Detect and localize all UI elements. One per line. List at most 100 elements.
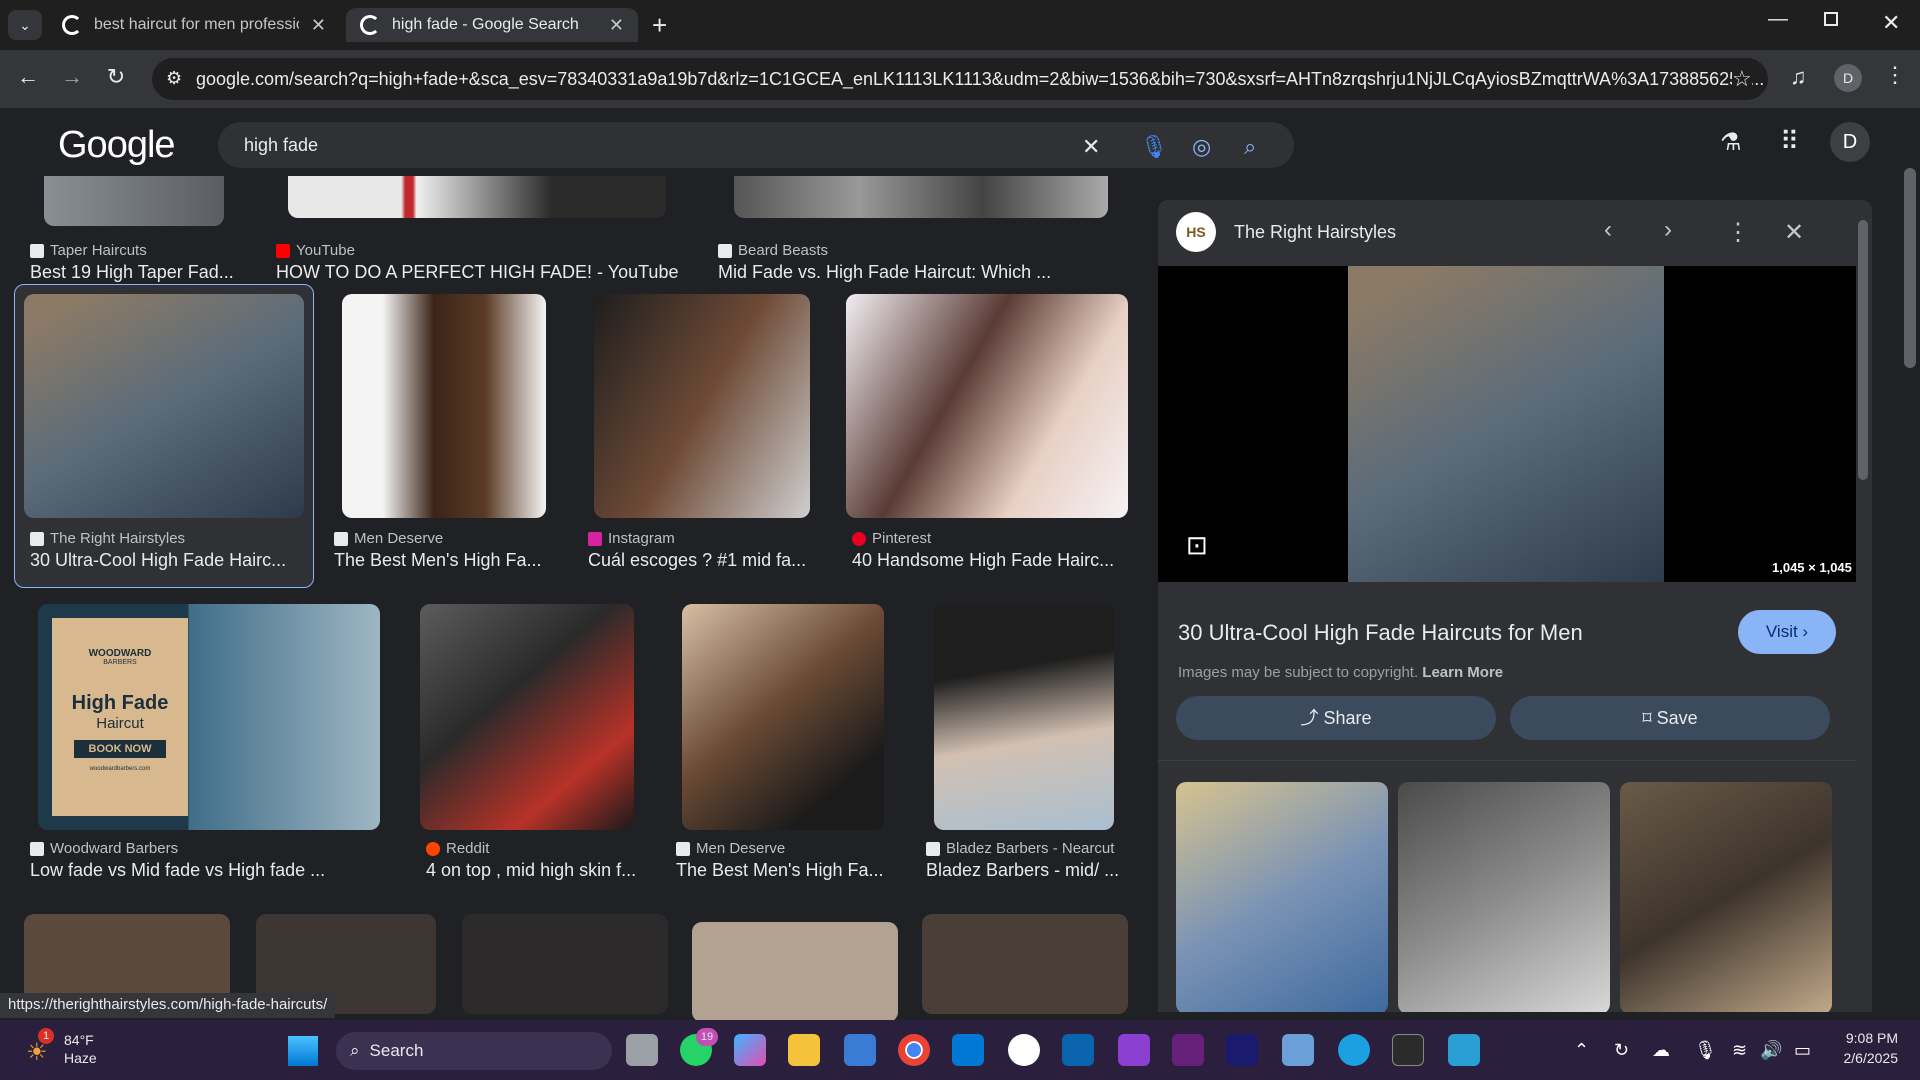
profile-avatar[interactable]: D	[1834, 64, 1862, 92]
result-image[interactable]	[692, 922, 898, 1020]
copilot-icon[interactable]	[734, 1034, 766, 1066]
google-icon	[62, 15, 82, 35]
apps-grid-icon[interactable]: ⠿	[1780, 126, 1799, 157]
media-control-icon[interactable]: ♫	[1790, 64, 1807, 90]
result-image[interactable]	[594, 294, 810, 518]
virtualbox-icon[interactable]	[1282, 1034, 1314, 1066]
ad-line2: Haircut	[96, 715, 144, 732]
whatsapp-icon[interactable]: 19	[680, 1028, 718, 1066]
result-title[interactable]: HOW TO DO A PERFECT HIGH FADE! - YouTube	[276, 262, 696, 283]
battery-icon[interactable]: ▭	[1794, 1040, 1811, 1061]
result-image[interactable]	[24, 294, 304, 518]
preview-image[interactable]	[1348, 266, 1664, 582]
back-button[interactable]: ←	[12, 64, 44, 90]
tab-search-button[interactable]: ⌄	[8, 10, 42, 40]
save-button[interactable]: ⌑ Save	[1510, 696, 1830, 740]
clock[interactable]: 9:08 PM 2/6/2025	[1832, 1030, 1899, 1066]
search-box[interactable]: high fade ✕ 🎙 ◎ ⌕	[218, 122, 1294, 168]
related-image[interactable]	[1176, 782, 1388, 1012]
search-input[interactable]: high fade	[244, 135, 318, 156]
related-image[interactable]	[1398, 782, 1610, 1012]
result-image[interactable]	[922, 914, 1128, 1014]
previous-icon[interactable]: ‹	[1604, 216, 1612, 244]
file-explorer-icon[interactable]	[788, 1034, 820, 1066]
result-title[interactable]: The Best Men's High Fa...	[334, 550, 554, 571]
result-title[interactable]: 4 on top , mid high skin f...	[426, 860, 646, 881]
visual-studio-icon[interactable]	[1172, 1034, 1204, 1066]
youtube-icon	[276, 243, 290, 258]
notepad-icon[interactable]	[1448, 1034, 1480, 1066]
jetbrains-icon[interactable]	[1226, 1034, 1258, 1066]
menu-icon[interactable]: ⋮	[1884, 62, 1906, 88]
status-url: https://therighthairstyles.com/high-fade…	[0, 993, 336, 1018]
result-title[interactable]: 30 Ultra-Cool High Fade Hairc...	[30, 550, 300, 571]
task-view-icon[interactable]	[626, 1034, 658, 1066]
more-options-icon[interactable]: ⋮	[1726, 218, 1750, 247]
result-title[interactable]: Cuál escoges ? #1 mid fa...	[588, 550, 818, 571]
whatsapp-web-icon[interactable]	[1008, 1034, 1040, 1066]
microsoft-store-icon[interactable]	[844, 1034, 876, 1066]
reload-button[interactable]: ↻	[100, 64, 132, 90]
visit-button[interactable]: Visit ›	[1738, 610, 1836, 654]
result-title[interactable]: The Best Men's High Fa...	[676, 860, 896, 881]
woodward-ad-image[interactable]: WOODWARD BARBERS High Fade Haircut BOOK …	[38, 604, 380, 830]
minimize-button[interactable]: —	[1768, 8, 1788, 31]
account-avatar[interactable]: D	[1830, 122, 1870, 162]
panel-source-name[interactable]: The Right Hairstyles	[1234, 222, 1396, 243]
page-scrollbar[interactable]	[1904, 168, 1916, 368]
result-image[interactable]	[342, 294, 546, 518]
taskbar-search[interactable]: ⌕ Search	[336, 1032, 612, 1070]
chrome-icon[interactable]	[898, 1034, 930, 1066]
chevron-up-icon[interactable]: ⌃	[1574, 1040, 1589, 1061]
share-button[interactable]: ⤴ Share	[1176, 696, 1496, 740]
snipping-tool-icon[interactable]	[1118, 1034, 1150, 1066]
start-button[interactable]	[288, 1036, 318, 1066]
panel-scrollbar[interactable]	[1858, 220, 1868, 480]
result-title[interactable]: Mid Fade vs. High Fade Haircut: Which ..…	[718, 262, 1118, 283]
close-icon[interactable]: ✕	[609, 15, 624, 36]
microphone-icon[interactable]: 🎙	[1694, 1040, 1717, 1061]
microphone-icon[interactable]: 🎙	[1140, 134, 1168, 160]
terminal-icon[interactable]	[1392, 1034, 1424, 1066]
result-image[interactable]	[420, 604, 634, 830]
search-header: Google high fade ✕ 🎙 ◎ ⌕ ⚗ ⠿ D	[0, 108, 1904, 176]
result-image[interactable]	[682, 604, 884, 830]
close-icon[interactable]: ✕	[311, 15, 326, 36]
lens-search-icon[interactable]: ⊡	[1186, 530, 1208, 561]
related-image[interactable]	[1620, 782, 1832, 1012]
restore-button[interactable]	[1824, 12, 1838, 26]
result-image[interactable]	[462, 914, 668, 1014]
panel-title[interactable]: 30 Ultra-Cool High Fade Haircuts for Men	[1178, 620, 1583, 646]
result-title[interactable]: Low fade vs Mid fade vs High fade ...	[30, 860, 390, 881]
wifi-icon[interactable]: ≋	[1732, 1040, 1747, 1061]
close-window-button[interactable]: ✕	[1882, 10, 1900, 36]
share-label: Share	[1323, 708, 1372, 728]
cloud-icon[interactable]: ☁	[1652, 1040, 1670, 1061]
result-title[interactable]: Bladez Barbers - mid/ ...	[926, 860, 1130, 881]
volume-icon[interactable]: 🔊	[1760, 1040, 1782, 1061]
sync-icon[interactable]: ↻	[1614, 1040, 1629, 1061]
google-logo[interactable]: Google	[58, 124, 176, 167]
next-icon[interactable]: ›	[1664, 216, 1672, 244]
learn-more-link[interactable]: Learn More	[1422, 664, 1503, 681]
search-icon[interactable]: ⌕	[1244, 134, 1256, 160]
address-bar[interactable]: ⚙ google.com/search?q=high+fade+&sca_esv…	[152, 58, 1768, 100]
forward-button[interactable]: →	[56, 64, 88, 90]
result-image[interactable]	[934, 604, 1114, 830]
bookmark-star-icon[interactable]: ☆	[1732, 66, 1752, 92]
vscode-icon[interactable]	[952, 1034, 984, 1066]
result-image[interactable]	[846, 294, 1128, 518]
lens-icon[interactable]: ◎	[1192, 134, 1211, 160]
result-title[interactable]: Best 19 High Taper Fad...	[30, 262, 250, 283]
site-info-icon[interactable]: ⚙	[166, 68, 182, 89]
outlook-icon[interactable]	[1062, 1034, 1094, 1066]
clear-icon[interactable]: ✕	[1082, 134, 1100, 160]
result-title[interactable]: 40 Handsome High Fade Hairc...	[852, 550, 1128, 571]
tab-2[interactable]: high fade - Google Search ✕	[346, 8, 638, 42]
edge-icon[interactable]	[1338, 1034, 1370, 1066]
labs-icon[interactable]: ⚗	[1720, 128, 1742, 157]
tab-1[interactable]: best haircut for men profession ✕	[48, 8, 340, 42]
new-tab-button[interactable]: +	[652, 10, 667, 41]
close-icon[interactable]: ✕	[1784, 218, 1804, 247]
weather-widget[interactable]: ☀ 1 84°F Haze	[20, 1028, 120, 1072]
